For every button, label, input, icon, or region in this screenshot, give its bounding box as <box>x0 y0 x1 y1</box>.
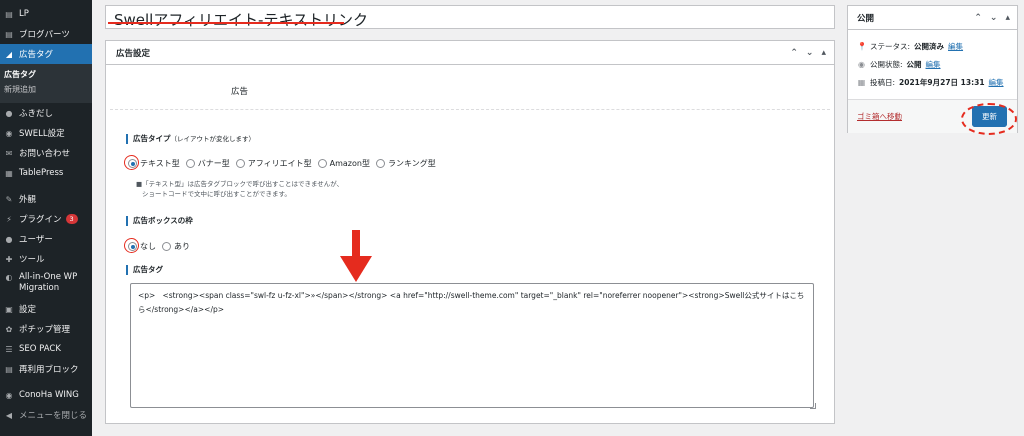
postbox-header: 広告設定 ⌃ ⌄ ▴ <box>106 41 834 65</box>
publish-visibility-row: ◉ 公開状態: 公開 編集 <box>858 59 941 70</box>
publish-actions: ゴミ箱へ移動 更新 <box>848 99 1017 135</box>
publish-controls: ⌃ ⌄ ▴ <box>974 13 1010 23</box>
border-none-annotation-circle <box>124 238 139 253</box>
lp-icon: ▤ <box>5 9 13 19</box>
update-wrap: 更新 <box>961 103 1017 135</box>
sidebar-item-migration[interactable]: ◐ All-in-One WP Migration <box>0 269 92 299</box>
users-icon: ● <box>5 234 13 244</box>
ad-type-amazon-radio[interactable]: Amazon型 <box>317 158 370 169</box>
reusable-block-icon: ▤ <box>5 364 13 374</box>
sidebar-collapse-menu[interactable]: ◀ メニューを閉じる <box>0 405 92 425</box>
sidebar-item-tablepress[interactable]: ▦ TablePress <box>0 163 92 183</box>
sidebar-item-fukidashi[interactable]: ● ふきだし <box>0 103 92 123</box>
ad-type-banner-radio[interactable]: バナー型 <box>185 158 230 169</box>
blog-parts-icon: ▤ <box>5 29 13 39</box>
text-type-annotation-circle <box>124 155 139 170</box>
move-down-icon[interactable]: ⌄ <box>806 48 814 58</box>
sidebar-item-ad-tag[interactable]: ◢ 広告タグ <box>0 44 92 64</box>
settings-icon: ▣ <box>5 304 13 314</box>
ad-tag-textarea[interactable]: <p> <strong><span class="swl-fz u-fz-xl"… <box>130 283 814 408</box>
toggle-panel-icon[interactable]: ▴ <box>1005 13 1010 23</box>
textarea-resize-handle[interactable] <box>810 403 816 409</box>
edit-visibility-link[interactable]: 編集 <box>926 59 941 70</box>
move-up-icon[interactable]: ⌃ <box>790 48 798 58</box>
sidebar-item-lp[interactable]: ▤ LP <box>0 4 92 24</box>
swell-icon: ◉ <box>5 128 13 138</box>
table-icon: ▦ <box>5 168 13 178</box>
ad-type-ranking-radio[interactable]: ランキング型 <box>375 158 436 169</box>
title-input[interactable]: Swellアフィリエイト-テキストリンク <box>105 5 835 29</box>
ad-settings-postbox: 広告設定 ⌃ ⌄ ▴ 広告 広告タイプ（レイアウトが変化します） テキスト型 バ… <box>105 40 835 424</box>
sidebar-item-seo-pack[interactable]: ☰ SEO PACK <box>0 339 92 359</box>
sidebar-item-users[interactable]: ● ユーザー <box>0 229 92 249</box>
sidebar-item-plugins[interactable]: ⚡ プラグイン 3 <box>0 209 92 229</box>
publish-header: 公開 ⌃ ⌄ ▴ <box>848 6 1017 30</box>
move-to-trash-link[interactable]: ゴミ箱へ移動 <box>857 111 902 122</box>
sidebar-item-settings[interactable]: ▣ 設定 <box>0 299 92 319</box>
sidebar-item-conoha[interactable]: ◉ ConoHa WING <box>0 385 92 405</box>
migration-icon: ◐ <box>5 272 13 282</box>
sidebar-item-contact[interactable]: ✉ お問い合わせ <box>0 143 92 163</box>
speech-bubble-icon: ● <box>5 108 13 118</box>
ad-type-affiliate-radio[interactable]: アフィリエイト型 <box>235 158 312 169</box>
pochipp-icon: ✿ <box>5 324 13 334</box>
publish-title: 公開 <box>857 13 875 24</box>
sidebar-item-swell-settings[interactable]: ◉ SWELL設定 <box>0 123 92 143</box>
sidebar-submenu: 広告タグ 新規追加 <box>0 64 92 103</box>
tools-icon: ✚ <box>5 254 13 264</box>
admin-sidebar: ▤ LP ▤ ブログパーツ ◢ 広告タグ 広告タグ 新規追加 ● ふきだし ◉ SWELL… <box>0 0 92 436</box>
pin-icon: 📍 <box>857 41 867 51</box>
submenu-add-new[interactable]: 新規追加 <box>0 82 92 97</box>
plugin-icon: ⚡ <box>6 214 12 224</box>
mail-icon: ✉ <box>5 148 13 158</box>
border-yes-radio[interactable]: あり <box>162 241 190 252</box>
ad-tag-section-title: 広告タグ <box>126 265 163 275</box>
postbox-controls: ⌃ ⌄ ▴ <box>790 48 826 58</box>
sidebar-item-reusable-blocks[interactable]: ▤ 再利用ブロック <box>0 359 92 379</box>
ad-label: 広告 <box>231 87 249 97</box>
publish-status-row: 📍 ステータス: 公開済み 編集 <box>857 41 964 52</box>
ad-type-radio-group: テキスト型 バナー型 アフィリエイト型 Amazon型 ランキング型 <box>128 158 436 169</box>
postbox-title: 広告設定 <box>116 48 151 59</box>
move-up-icon[interactable]: ⌃ <box>974 13 982 23</box>
conoha-icon: ◉ <box>5 390 13 400</box>
publish-date-row: ▦ 投稿日: 2021年9月27日 13:31 編集 <box>857 77 1004 88</box>
collapse-icon: ◀ <box>5 410 13 420</box>
sidebar-item-blog-parts[interactable]: ▤ ブログパーツ <box>0 24 92 44</box>
ad-type-note: ■「テキスト型」は広告タグブロックで呼び出すことはできませんが、 ショートコード… <box>136 180 344 198</box>
sidebar-item-tools[interactable]: ✚ ツール <box>0 249 92 269</box>
calendar-icon: ▦ <box>857 77 866 87</box>
ad-box-border-section-title: 広告ボックスの枠 <box>126 216 193 226</box>
toggle-panel-icon[interactable]: ▴ <box>821 48 826 58</box>
move-down-icon[interactable]: ⌄ <box>990 13 998 23</box>
divider <box>110 109 830 110</box>
publish-box: 公開 ⌃ ⌄ ▴ 📍 ステータス: 公開済み 編集 ◉ 公開状態: 公開 編集 … <box>847 5 1018 135</box>
edit-date-link[interactable]: 編集 <box>989 77 1004 88</box>
megaphone-icon: ◢ <box>5 49 13 59</box>
annotation-arrow-icon <box>340 230 372 282</box>
sidebar-item-appearance[interactable]: ✎ 外観 <box>0 189 92 209</box>
plugin-update-badge: 3 <box>65 214 78 224</box>
update-annotation-circle <box>961 103 1017 135</box>
seo-icon: ☰ <box>5 344 13 354</box>
sidebar-item-pochipp[interactable]: ✿ ポチップ管理 <box>0 319 92 339</box>
submenu-ad-tag[interactable]: 広告タグ <box>0 67 92 82</box>
appearance-icon: ✎ <box>5 194 13 204</box>
title-annotation-underline <box>108 22 344 24</box>
edit-status-link[interactable]: 編集 <box>948 41 963 52</box>
ad-type-section-title: 広告タイプ（レイアウトが変化します） <box>126 134 255 144</box>
eye-icon: ◉ <box>858 59 865 69</box>
